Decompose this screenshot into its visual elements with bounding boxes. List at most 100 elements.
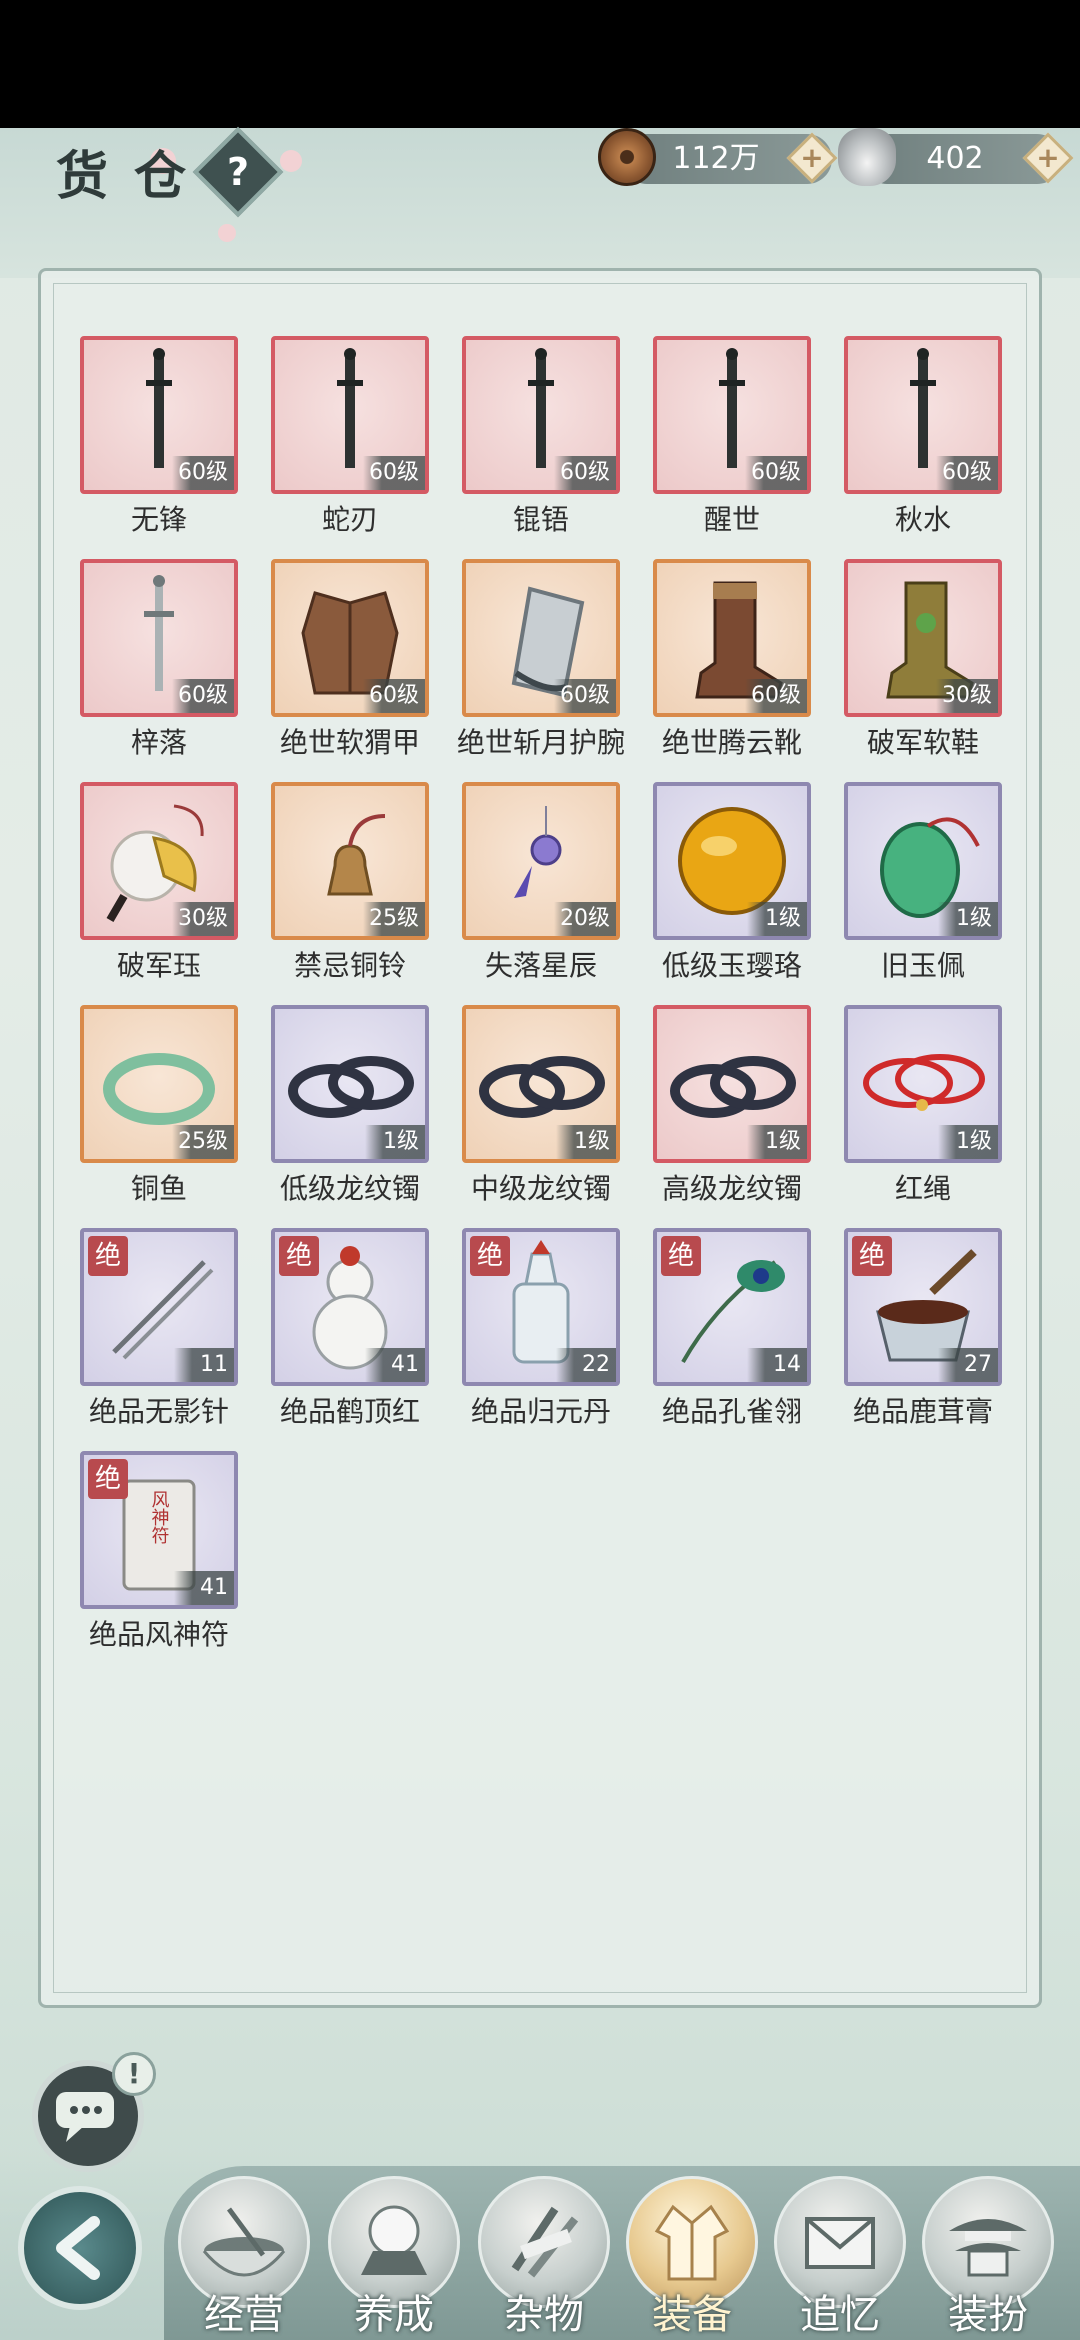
tab-label: 杂物 [504, 2292, 584, 2338]
item-icon-frame[interactable]: 1级 [844, 1005, 1002, 1163]
inventory-item[interactable]: 20级失落星辰 [462, 782, 620, 982]
item-level: 60级 [554, 456, 616, 490]
item-icon-frame[interactable]: 60级 [271, 559, 429, 717]
rarity-badge: 绝 [852, 1236, 892, 1276]
tab-zhuangban[interactable]: 装扮 [922, 2176, 1054, 2340]
inventory-item[interactable]: 60级醒世 [653, 336, 811, 536]
item-name: 低级龙纹镯 [279, 1172, 420, 1205]
item-name: 绝世腾云靴 [661, 726, 802, 759]
inventory-item[interactable]: 绝 41 绝品鹤顶红 [271, 1228, 429, 1428]
item-count: 22 [556, 1348, 616, 1382]
inventory-item[interactable]: 25级禁忌铜铃 [271, 782, 429, 982]
rarity-badge: 绝 [88, 1459, 128, 1499]
inventory-item[interactable]: 30级 破军珏 [80, 782, 238, 982]
page-title: 货仓 [56, 146, 213, 207]
item-name: 锟铻 [512, 503, 569, 536]
item-count: 14 [747, 1348, 807, 1382]
inventory-item[interactable]: 绝 14 绝品孔雀翎 [653, 1228, 811, 1428]
item-icon-frame[interactable]: 绝 11 [80, 1228, 238, 1386]
item-count: 11 [174, 1348, 234, 1382]
tab-label: 装备 [652, 2292, 732, 2338]
inventory-item[interactable]: 1级低级龙纹镯 [271, 1005, 429, 1205]
item-icon-frame[interactable]: 60级 [653, 559, 811, 717]
inventory-item[interactable]: 1级低级玉璎珞 [653, 782, 811, 982]
inventory-item[interactable]: 绝 22 绝品归元丹 [462, 1228, 620, 1428]
item-name: 绝品归元丹 [470, 1395, 611, 1428]
inventory-item[interactable]: 60级 绝世软猬甲 [271, 559, 429, 759]
item-name: 失落星辰 [484, 949, 597, 982]
item-icon-frame[interactable]: 60级 [462, 559, 620, 717]
silver-amount: 402 [926, 141, 984, 176]
item-name: 绝品孔雀翎 [661, 1395, 802, 1428]
inventory-item[interactable]: 1级 红绳 [844, 1005, 1002, 1205]
item-icon-frame[interactable]: 25级 [80, 1005, 238, 1163]
item-name: 高级龙纹镯 [661, 1172, 802, 1205]
inventory-item[interactable]: 绝 11 绝品无影针 [80, 1228, 238, 1428]
tab-jingying[interactable]: 经营 [178, 2176, 310, 2340]
blossom-decoration [218, 224, 236, 242]
question-icon: ? [226, 150, 250, 194]
item-icon-frame[interactable]: 绝 14 [653, 1228, 811, 1386]
back-arrow-icon [56, 2216, 100, 2280]
item-icon-frame[interactable]: 绝 22 [462, 1228, 620, 1386]
inventory-item[interactable]: 30级 破军软鞋 [844, 559, 1002, 759]
item-level: 1级 [938, 902, 998, 936]
item-level: 60级 [745, 679, 807, 713]
item-icon-frame[interactable]: 25级 [271, 782, 429, 940]
item-icon-frame[interactable]: 60级 [844, 336, 1002, 494]
item-name: 梓落 [130, 726, 187, 759]
inventory-item[interactable]: 60级锟铻 [462, 336, 620, 536]
item-icon-frame[interactable]: 60级 [80, 336, 238, 494]
tab-zhuangbei[interactable]: 装备 [626, 2176, 758, 2340]
inventory-item[interactable]: 绝 27 绝品鹿茸膏 [844, 1228, 1002, 1428]
item-icon-frame[interactable]: 绝 27 [844, 1228, 1002, 1386]
back-button[interactable] [18, 2186, 142, 2310]
item-name: 旧玉佩 [880, 949, 965, 982]
inventory-item[interactable]: 60级梓落 [80, 559, 238, 759]
item-icon-frame[interactable]: 1级 [271, 1005, 429, 1163]
item-icon-frame[interactable]: 1级 [653, 782, 811, 940]
item-level: 60级 [936, 456, 998, 490]
item-icon-frame[interactable]: 1级 [844, 782, 1002, 940]
item-icon-frame[interactable]: 20级 [462, 782, 620, 940]
item-icon-frame[interactable]: 1级 [462, 1005, 620, 1163]
item-level: 1级 [747, 902, 807, 936]
item-icon-frame[interactable]: 风神符绝 41 [80, 1451, 238, 1609]
inventory-item[interactable]: 1级 中级龙纹镯 [462, 1005, 620, 1205]
item-icon-frame[interactable]: 30级 [844, 559, 1002, 717]
item-icon-frame[interactable]: 60级 [462, 336, 620, 494]
item-icon-frame[interactable]: 60级 [80, 559, 238, 717]
item-level: 25级 [172, 1125, 234, 1159]
item-icon-frame[interactable]: 1级 [653, 1005, 811, 1163]
inventory-item[interactable]: 60级 绝世斩月护腕 [457, 559, 625, 759]
item-count: 41 [174, 1571, 234, 1605]
blossom-decoration [280, 150, 302, 172]
item-level: 60级 [363, 679, 425, 713]
item-icon-frame[interactable]: 60级 [653, 336, 811, 494]
item-level: 60级 [172, 679, 234, 713]
tab-zhuiyi[interactable]: 追忆 [774, 2176, 906, 2340]
inventory-item[interactable]: 60级 蛇刃 [271, 336, 429, 536]
copper-amount: 112万 [672, 141, 760, 176]
item-level: 60级 [172, 456, 234, 490]
item-name: 铜鱼 [130, 1172, 187, 1205]
item-icon-frame[interactable]: 60级 [271, 336, 429, 494]
inventory-item[interactable]: 60级 秋水 [844, 336, 1002, 536]
item-name: 醒世 [703, 503, 760, 536]
inventory-item[interactable]: 1级旧玉佩 [844, 782, 1002, 982]
item-level: 1级 [556, 1125, 616, 1159]
inventory-item[interactable]: 1级高级龙纹镯 [653, 1005, 811, 1205]
item-count: 41 [365, 1348, 425, 1382]
item-name: 禁忌铜铃 [293, 949, 406, 982]
item-icon-frame[interactable]: 绝 41 [271, 1228, 429, 1386]
item-name: 低级玉璎珞 [661, 949, 802, 982]
rarity-badge: 绝 [88, 1236, 128, 1276]
inventory-item[interactable]: 风神符绝 41 绝品风神符 [80, 1451, 238, 1651]
item-level: 30级 [936, 679, 998, 713]
inventory-item[interactable]: 60级 无锋 [80, 336, 238, 536]
tab-zawu[interactable]: 杂物 [478, 2176, 610, 2340]
inventory-item[interactable]: 60级绝世腾云靴 [653, 559, 811, 759]
tab-yangcheng[interactable]: 养成 [328, 2176, 460, 2340]
item-icon-frame[interactable]: 30级 [80, 782, 238, 940]
inventory-item[interactable]: 25级铜鱼 [80, 1005, 238, 1205]
